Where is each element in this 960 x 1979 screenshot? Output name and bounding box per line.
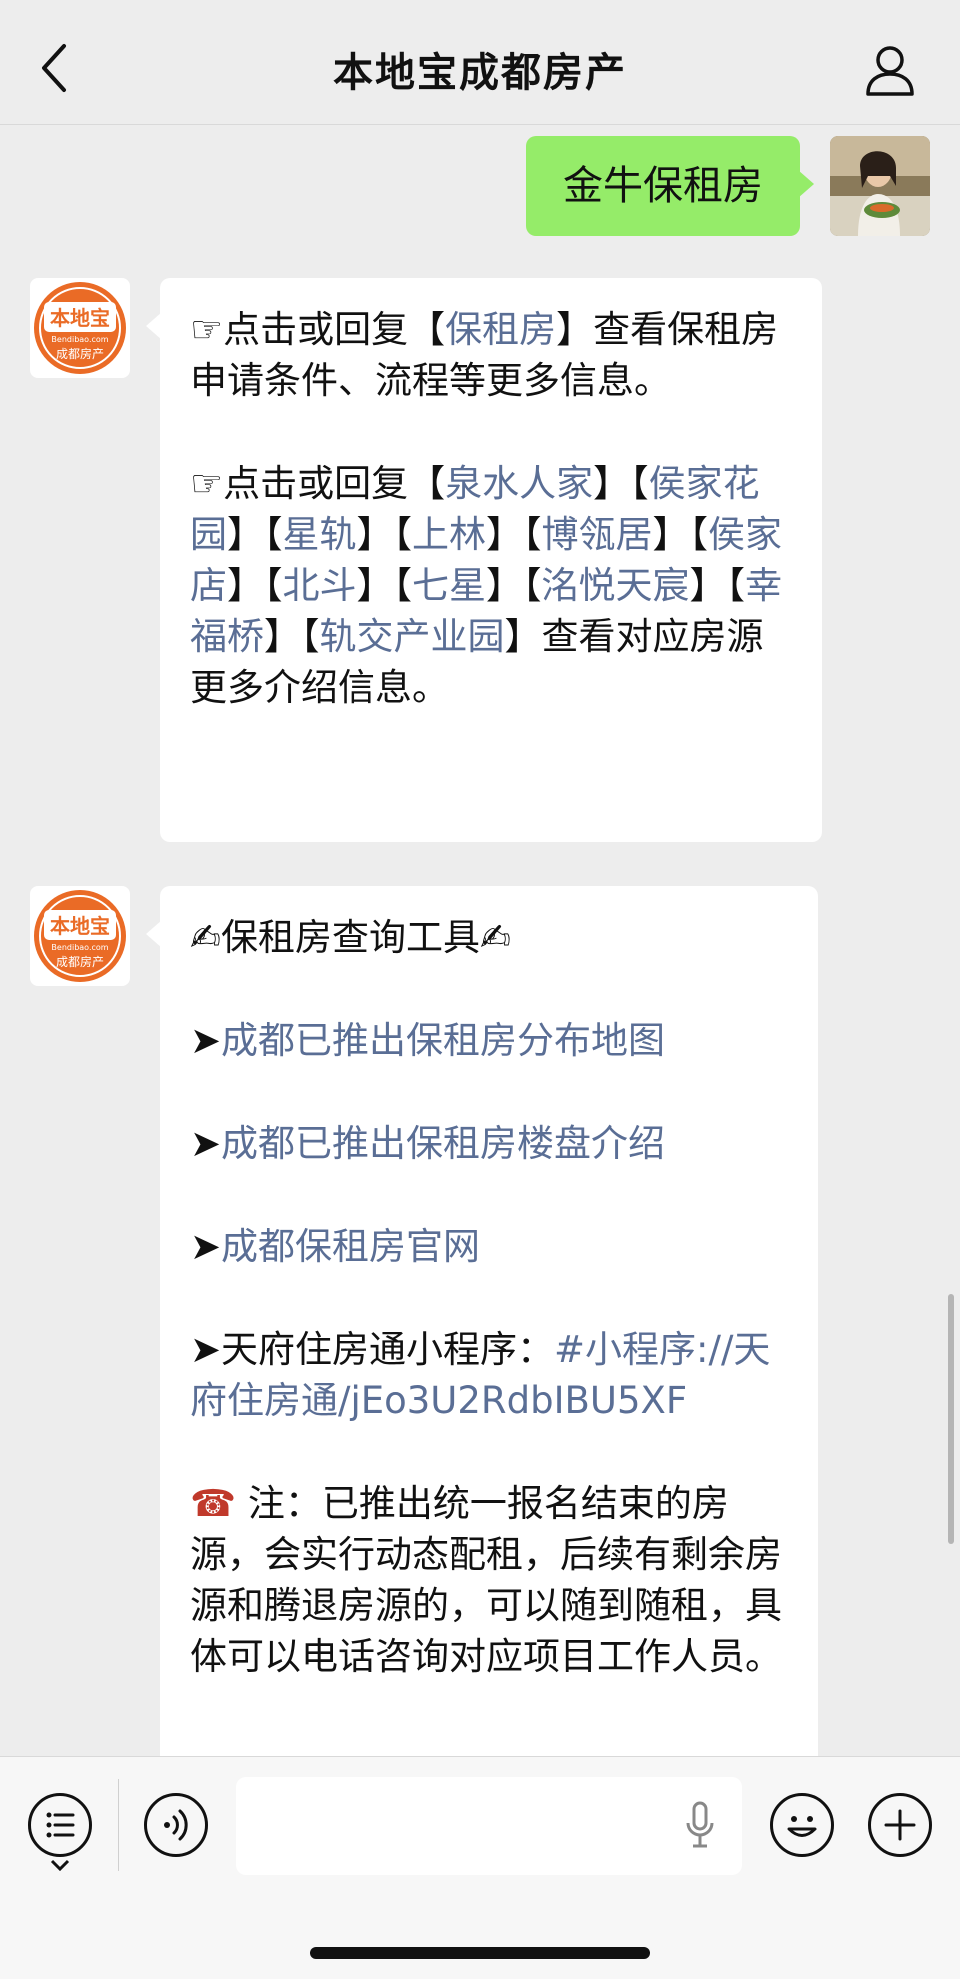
keyword-link[interactable]: 洺悦天宸 [542, 564, 690, 607]
bot-message-bubble[interactable]: ☞点击或回复【保租房】查看保租房申请条件、流程等更多信息。 ☞点击或回复【泉水人… [146, 278, 822, 842]
projects-link[interactable]: 成都已推出保租房楼盘介绍 [221, 1122, 665, 1165]
bot-avatar[interactable]: 本地宝 Bendibao.com 成都房产 [30, 886, 130, 986]
plus-icon[interactable] [868, 1793, 932, 1857]
bot-message-bubble[interactable]: ✍保租房查询工具✍ ➤成都已推出保租房分布地图 ➤成都已推出保租房楼盘介绍 ➤成… [146, 886, 818, 1756]
emoji-icon[interactable] [770, 1793, 834, 1857]
keyword-link[interactable]: 上林 [412, 513, 486, 556]
message-paragraph: ☞点击或回复【保租房】查看保租房申请条件、流程等更多信息。 [190, 304, 794, 406]
keyword-link[interactable]: 博瓴居 [542, 513, 653, 556]
keyword-link[interactable]: 轨交产业园 [320, 615, 505, 658]
official-site-link[interactable]: 成都保租房官网 [221, 1225, 480, 1268]
mini-program-label: 天府住房通小程序： [221, 1328, 555, 1371]
arrow-icon: ➤ [190, 1019, 222, 1062]
logo-brand-text: 本地宝 [50, 306, 110, 330]
home-indicator[interactable] [310, 1947, 650, 1959]
input-toolbar [0, 1756, 960, 1979]
map-link[interactable]: 成都已推出保租房分布地图 [221, 1019, 665, 1062]
message-input[interactable] [236, 1777, 742, 1875]
tool-item: ➤成都已推出保租房楼盘介绍 [190, 1118, 790, 1169]
logo-sub-text: 成都房产 [56, 954, 104, 969]
menu-list-icon[interactable] [28, 1793, 92, 1857]
arrow-icon: ➤ [190, 1328, 222, 1371]
keyword-link[interactable]: 北斗 [283, 564, 357, 607]
person-icon[interactable] [862, 42, 918, 98]
top-nav-bar: 本地宝成都房产 [0, 0, 960, 125]
keyword-link[interactable]: 侯家店 [190, 513, 782, 607]
microphone-icon[interactable] [684, 1801, 716, 1851]
tool-item: ➤天府住房通小程序：#小程序://天府住房通/jEo3U2RdbIBU5XF [190, 1324, 790, 1426]
arrow-icon: ➤ [190, 1122, 222, 1165]
chat-area[interactable]: 金牛保租房 本地宝 Bendibao.com 成都房产 ☞点击或回复【保租房】查… [0, 124, 960, 1756]
note-text: 注：已推出统一报名结束的房源，会实行动态配租，后续有剩余房源和腾退房源的，可以随… [190, 1482, 782, 1678]
message-paragraph: ☞点击或回复【泉水人家】【侯家花园】【星轨】【上林】【博瓴居】【侯家店】【北斗】… [190, 462, 782, 709]
voice-icon[interactable] [144, 1793, 208, 1857]
scrollbar-thumb[interactable] [948, 1294, 954, 1544]
logo-domain-text: Bendibao.com [51, 943, 108, 952]
toolbar-divider [118, 1779, 119, 1871]
tools-heading: ✍保租房查询工具✍ [190, 916, 512, 959]
telephone-icon: ☎ [190, 1482, 237, 1525]
menu-caret-icon [50, 1859, 70, 1871]
keyword-link[interactable]: 七星 [412, 564, 486, 607]
bot-avatar[interactable]: 本地宝 Bendibao.com 成都房产 [30, 278, 130, 378]
message-text: ☞点击或回复【 [190, 308, 446, 351]
arrow-icon: ➤ [190, 1225, 222, 1268]
note-paragraph: ☎ 注：已推出统一报名结束的房源，会实行动态配租，后续有剩余房源和腾退房源的，可… [190, 1478, 790, 1682]
page-title: 本地宝成都房产 [333, 50, 627, 96]
keyword-link[interactable]: 泉水人家 [445, 462, 593, 505]
user-avatar[interactable] [830, 136, 930, 236]
user-message-bubble[interactable]: 金牛保租房 [526, 136, 814, 236]
tool-item: ➤成都已推出保租房分布地图 [190, 1015, 790, 1066]
tool-item: ➤成都保租房官网 [190, 1221, 790, 1272]
message-text: ☞点击或回复【 [190, 462, 446, 505]
keyword-link[interactable]: 星轨 [283, 513, 357, 556]
logo-domain-text: Bendibao.com [51, 335, 108, 344]
keyword-link[interactable]: 保租房 [445, 308, 556, 351]
logo-brand-text: 本地宝 [50, 914, 110, 938]
logo-sub-text: 成都房产 [56, 346, 104, 361]
